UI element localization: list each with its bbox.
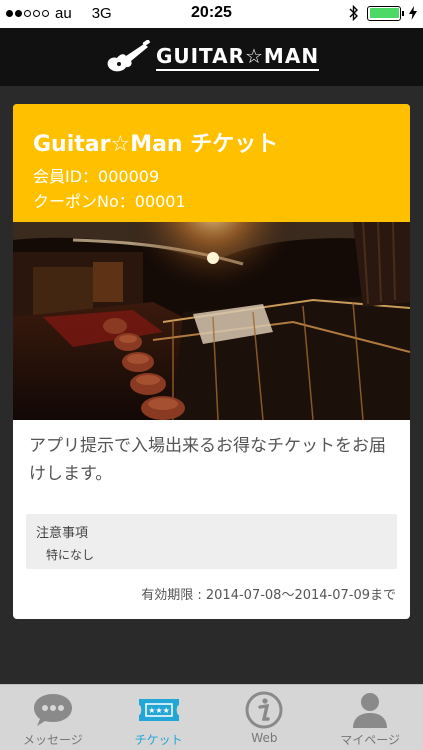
venue-photo — [13, 222, 410, 420]
logo-text: GUITAR☆MAN — [155, 44, 320, 71]
guitarman-logo: GUITAR☆MAN — [104, 40, 320, 74]
status-bar: au 3G 20:25 — [0, 0, 423, 28]
tab-message[interactable]: メッセージ — [0, 685, 106, 750]
notice-title: 注意事項 — [36, 526, 89, 541]
validity-period: 有効期限 : 2014-07-08〜2014-07-09まで — [141, 588, 396, 603]
person-icon — [353, 693, 388, 728]
tab-label: Web — [251, 731, 278, 745]
guitar-icon — [107, 40, 150, 72]
member-id: 会員ID：000009 — [33, 167, 160, 186]
ticket-title: Guitar☆Man チケット — [33, 132, 279, 157]
bluetooth-icon — [349, 5, 358, 21]
ticket-card[interactable]: Guitar☆Man チケット 会員ID：000009 クーポンNo：00001 — [13, 104, 410, 619]
app-header: GUITAR☆MAN — [0, 28, 423, 86]
tab-ticket[interactable]: ★★★ チケット — [106, 685, 212, 750]
info-icon — [245, 691, 283, 729]
coupon-number: クーポンNo：00001 — [33, 192, 186, 211]
speech-bubble-icon — [33, 694, 72, 726]
tab-web[interactable]: Web — [212, 685, 318, 750]
notice-body: 特になし — [46, 548, 95, 562]
notice-box: 注意事項 特になし — [26, 514, 397, 569]
tab-mypage[interactable]: マイページ — [317, 685, 423, 750]
tab-label: チケット — [134, 733, 183, 747]
svg-text:★★★: ★★★ — [148, 706, 170, 715]
ticket-icon: ★★★ — [138, 699, 179, 721]
tab-bar: メッセージ ★★★ チケット Web マイページ — [0, 684, 423, 750]
tab-label: メッセージ — [22, 733, 83, 747]
ticket-card-header: Guitar☆Man チケット 会員ID：000009 クーポンNo：00001 — [13, 104, 410, 222]
tab-label: マイページ — [340, 733, 400, 747]
charging-icon — [409, 6, 417, 20]
ticket-description: アプリ提示で入場出来るお得なチケットをお届けします。 — [29, 436, 386, 484]
battery-icon — [367, 5, 404, 21]
